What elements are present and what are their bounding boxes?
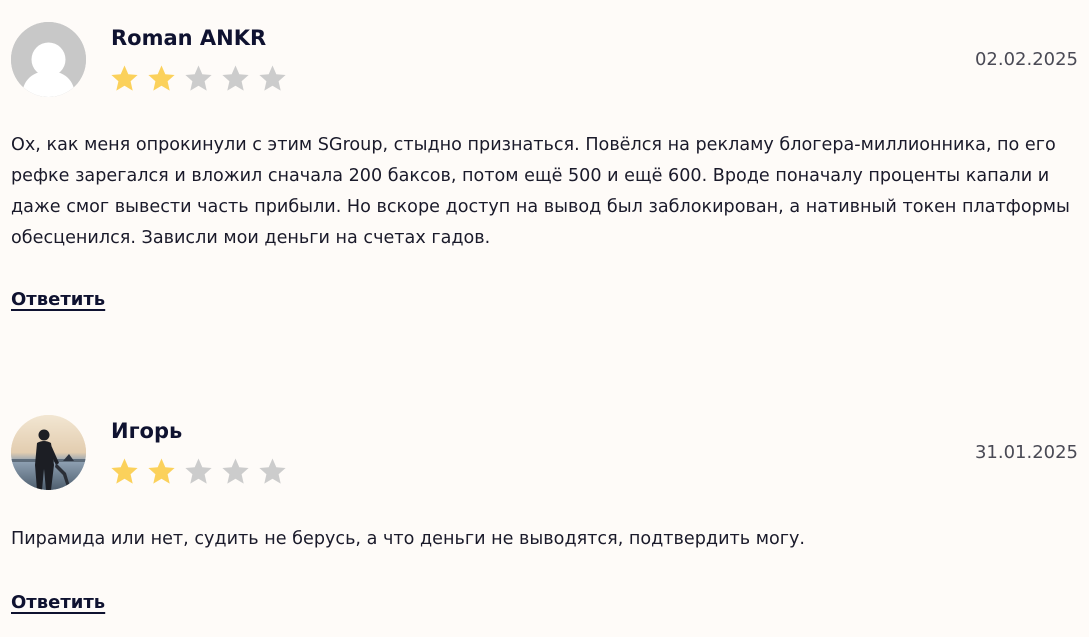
star-empty-icon — [258, 457, 287, 486]
user-photo-avatar — [11, 415, 86, 490]
star-empty-icon — [221, 457, 250, 486]
review-author: Roman ANKR — [111, 26, 267, 50]
star-empty-icon — [258, 64, 287, 93]
star-empty-icon — [184, 64, 213, 93]
reply-link[interactable]: Ответить — [11, 592, 105, 613]
reply-link[interactable]: Ответить — [11, 289, 105, 310]
review-date: 31.01.2025 — [974, 442, 1078, 463]
rating-stars — [110, 457, 287, 486]
review-text: Ох, как меня опрокинули с этим SGroup, с… — [11, 135, 1070, 248]
star-filled-icon — [147, 64, 176, 93]
star-filled-icon — [110, 457, 139, 486]
star-empty-icon — [184, 457, 213, 486]
star-empty-icon — [221, 64, 250, 93]
star-filled-icon — [147, 457, 176, 486]
review-text: Пирамида или нет, судить не берусь, а чт… — [11, 529, 806, 549]
review-date: 02.02.2025 — [974, 49, 1078, 70]
star-filled-icon — [110, 64, 139, 93]
default-avatar-icon — [11, 22, 86, 97]
rating-stars — [110, 64, 287, 93]
review-author: Игорь — [111, 419, 183, 443]
